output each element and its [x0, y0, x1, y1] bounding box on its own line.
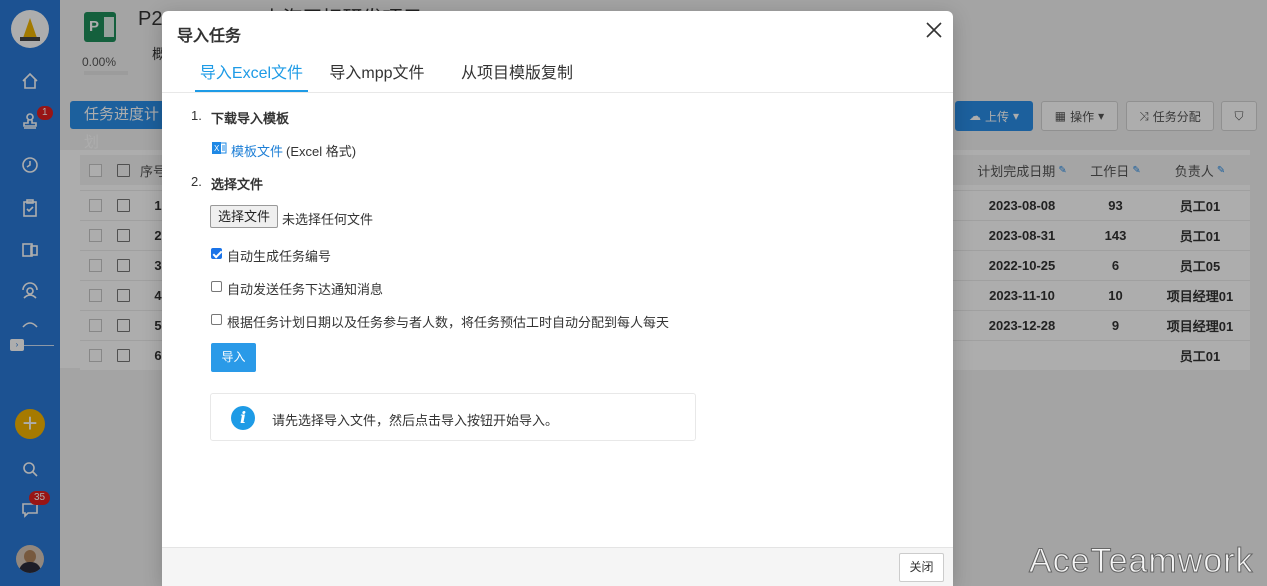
- excel-icon: X: [211, 140, 227, 156]
- info-icon: i: [231, 406, 255, 430]
- step1-label: 下载导入模板: [211, 111, 290, 126]
- info-message-box: i 请先选择导入文件，然后点击导入按钮开始导入。: [210, 393, 696, 441]
- template-format-label: (Excel 格式): [286, 144, 357, 159]
- active-tab-indicator: [195, 90, 308, 92]
- import-button[interactable]: 导入: [211, 343, 256, 372]
- step1-number: 1.: [191, 108, 202, 123]
- auto-allocate-label: 根据任务计划日期以及任务参与者人数，将任务预估工时自动分配到每人每天: [227, 315, 670, 330]
- close-icon[interactable]: [924, 20, 944, 40]
- auto-allocate-checkbox[interactable]: [211, 314, 222, 325]
- dialog-title: 导入任务: [177, 28, 242, 45]
- svg-text:X: X: [214, 144, 220, 153]
- import-tabs: 导入Excel文件 导入mpp文件 从项目模版复制: [162, 55, 953, 93]
- auto-number-checkbox[interactable]: [211, 248, 222, 259]
- dialog-footer: 关闭: [162, 547, 953, 586]
- auto-notify-label: 自动发送任务下达通知消息: [227, 282, 384, 297]
- close-button[interactable]: 关闭: [899, 553, 944, 582]
- import-task-dialog: 导入任务 导入Excel文件 导入mpp文件 从项目模版复制 1. 下载导入模板…: [162, 11, 953, 586]
- watermark: AceTeamwork: [1029, 542, 1254, 581]
- file-status-text: 未选择任何文件: [282, 212, 374, 227]
- choose-file-button[interactable]: 选择文件: [210, 205, 278, 228]
- step2-number: 2.: [191, 174, 202, 189]
- tab-import-mpp[interactable]: 导入mpp文件: [322, 55, 432, 93]
- tab-import-excel[interactable]: 导入Excel文件: [184, 55, 319, 93]
- step2-label: 选择文件: [211, 177, 264, 192]
- tab-copy-template[interactable]: 从项目模版复制: [452, 55, 582, 93]
- info-message: 请先选择导入文件，然后点击导入按钮开始导入。: [272, 413, 559, 428]
- template-file-link[interactable]: 模板文件: [231, 141, 283, 160]
- auto-notify-checkbox[interactable]: [211, 281, 222, 292]
- auto-number-label: 自动生成任务编号: [227, 249, 332, 264]
